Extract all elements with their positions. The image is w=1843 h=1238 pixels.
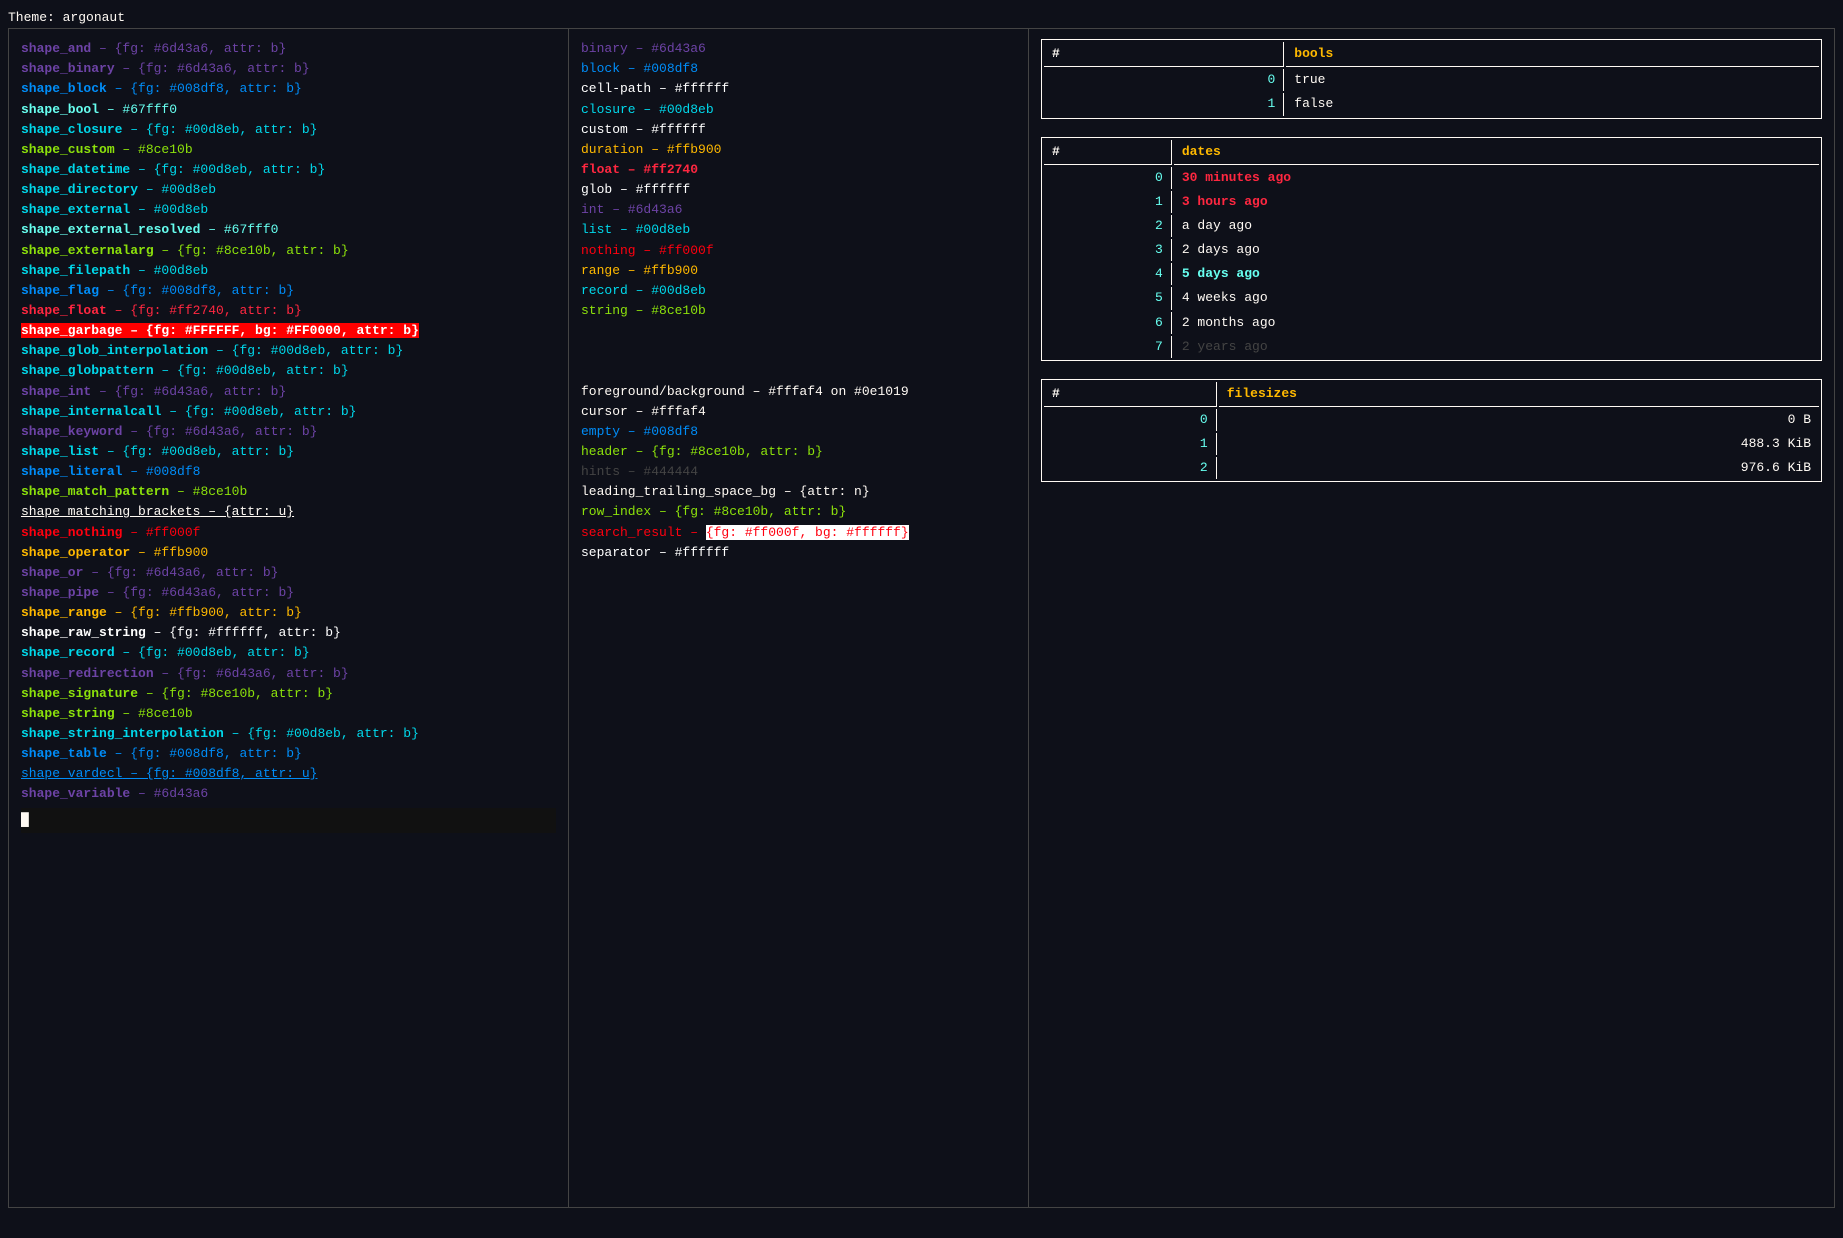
filesizes-val-2: 976.6 KiB (1219, 457, 1819, 479)
table-row: 0 0 B (1044, 409, 1819, 431)
bools-idx-0: 0 (1044, 69, 1284, 91)
dates-val-5: 4 weeks ago (1174, 287, 1819, 309)
filesizes-col-name: filesizes (1219, 382, 1819, 407)
line-item: shape_match_pattern (21, 484, 169, 499)
col-right: # bools 0 true 1 false # dates (1029, 29, 1834, 1207)
line-item: shape_signature (21, 686, 138, 701)
table-row: 3 2 days ago (1044, 239, 1819, 261)
line-item: shape_table (21, 746, 107, 761)
line-item: shape_range (21, 605, 107, 620)
line-item: shape_string (21, 706, 115, 721)
dates-val-3: 2 days ago (1174, 239, 1819, 261)
line-item: shape_operator (21, 545, 130, 560)
bools-col-name: bools (1286, 42, 1819, 67)
dates-idx-7: 7 (1044, 336, 1172, 358)
line-item: shape_record (21, 645, 115, 660)
line-item: shape_internalcall (21, 404, 161, 419)
col-mid: binary – #6d43a6 block – #008df8 cell-pa… (569, 29, 1029, 1207)
line-item: shape_list (21, 444, 99, 459)
theme-header: Theme: argonaut (8, 8, 1835, 28)
dates-idx-3: 3 (1044, 239, 1172, 261)
table-row: 1 false (1044, 93, 1819, 115)
line-item: shape_custom (21, 142, 115, 157)
bools-col-hash: # (1044, 42, 1284, 67)
line-item: shape_external_resolved (21, 222, 200, 237)
table-row: 5 4 weeks ago (1044, 287, 1819, 309)
line-item: shape_matching_brackets (21, 504, 200, 519)
col-left: shape_and – {fg: #6d43a6, attr: b} shape… (9, 29, 569, 1207)
line-item: shape_vardecl (21, 766, 122, 781)
theme-label: Theme: argonaut (8, 10, 125, 25)
bools-val-1: false (1286, 93, 1819, 115)
line-item: shape_externalarg (21, 243, 154, 258)
line-item: shape_or (21, 565, 83, 580)
dates-val-4: 5 days ago (1174, 263, 1819, 285)
line-item: shape_pipe (21, 585, 99, 600)
bools-table: # bools 0 true 1 false (1041, 39, 1822, 118)
line-item: shape_external (21, 202, 130, 217)
table-row: 2 a day ago (1044, 215, 1819, 237)
dates-idx-1: 1 (1044, 191, 1172, 213)
line-item: shape_variable (21, 786, 130, 801)
line-item: shape_int (21, 384, 91, 399)
shape-garbage-line: shape_garbage – {fg: #FFFFFF, bg: #FF000… (21, 321, 556, 341)
filesizes-val-1: 488.3 KiB (1219, 433, 1819, 455)
line-item: shape_keyword (21, 424, 122, 439)
line-item: shape_binary (21, 61, 115, 76)
filesizes-idx-1: 1 (1044, 433, 1217, 455)
line-item: shape_globpattern (21, 363, 154, 378)
table-row: 1 488.3 KiB (1044, 433, 1819, 455)
line-item: shape_and (21, 41, 91, 56)
dates-idx-4: 4 (1044, 263, 1172, 285)
line-item: shape_redirection (21, 666, 154, 681)
bools-idx-1: 1 (1044, 93, 1284, 115)
table-row: 0 true (1044, 69, 1819, 91)
table-row: 6 2 months ago (1044, 312, 1819, 334)
line-item: shape_raw_string (21, 625, 146, 640)
dates-val-2: a day ago (1174, 215, 1819, 237)
dates-idx-6: 6 (1044, 312, 1172, 334)
dates-idx-5: 5 (1044, 287, 1172, 309)
dates-col-name: dates (1174, 140, 1819, 165)
line-item: shape_block (21, 81, 107, 96)
dates-val-1: 3 hours ago (1174, 191, 1819, 213)
dates-table: # dates 0 30 minutes ago 1 3 hours ago 2… (1041, 137, 1822, 361)
dates-idx-2: 2 (1044, 215, 1172, 237)
line-item: shape_closure (21, 122, 122, 137)
dates-col-hash: # (1044, 140, 1172, 165)
filesizes-idx-2: 2 (1044, 457, 1217, 479)
line-item: shape_datetime (21, 162, 130, 177)
line-item: shape_glob_interpolation (21, 343, 208, 358)
table-row: 1 3 hours ago (1044, 191, 1819, 213)
dates-idx-0: 0 (1044, 167, 1172, 189)
line-item: shape_nothing (21, 525, 122, 540)
line-item: shape_filepath (21, 263, 130, 278)
table-row: 7 2 years ago (1044, 336, 1819, 358)
line-item: shape_bool (21, 102, 99, 117)
bools-val-0: true (1286, 69, 1819, 91)
main-container: shape_and – {fg: #6d43a6, attr: b} shape… (8, 28, 1835, 1208)
filesizes-idx-0: 0 (1044, 409, 1217, 431)
line-item: shape_literal (21, 464, 122, 479)
filesizes-val-0: 0 B (1219, 409, 1819, 431)
table-row: 4 5 days ago (1044, 263, 1819, 285)
line-item: shape_float (21, 303, 107, 318)
filesizes-col-hash: # (1044, 382, 1217, 407)
dates-val-7: 2 years ago (1174, 336, 1819, 358)
table-row: 2 976.6 KiB (1044, 457, 1819, 479)
table-row: 0 30 minutes ago (1044, 167, 1819, 189)
line-item: shape_string_interpolation (21, 726, 224, 741)
filesizes-table: # filesizes 0 0 B 1 488.3 KiB 2 976.6 Ki… (1041, 379, 1822, 483)
cursor-line: █ (21, 808, 556, 832)
dates-val-0: 30 minutes ago (1174, 167, 1819, 189)
line-item: shape_flag (21, 283, 99, 298)
line-item: shape_directory (21, 182, 138, 197)
dates-val-6: 2 months ago (1174, 312, 1819, 334)
search-result-line: search_result – {fg: #ff000f, bg: #fffff… (581, 523, 1016, 543)
